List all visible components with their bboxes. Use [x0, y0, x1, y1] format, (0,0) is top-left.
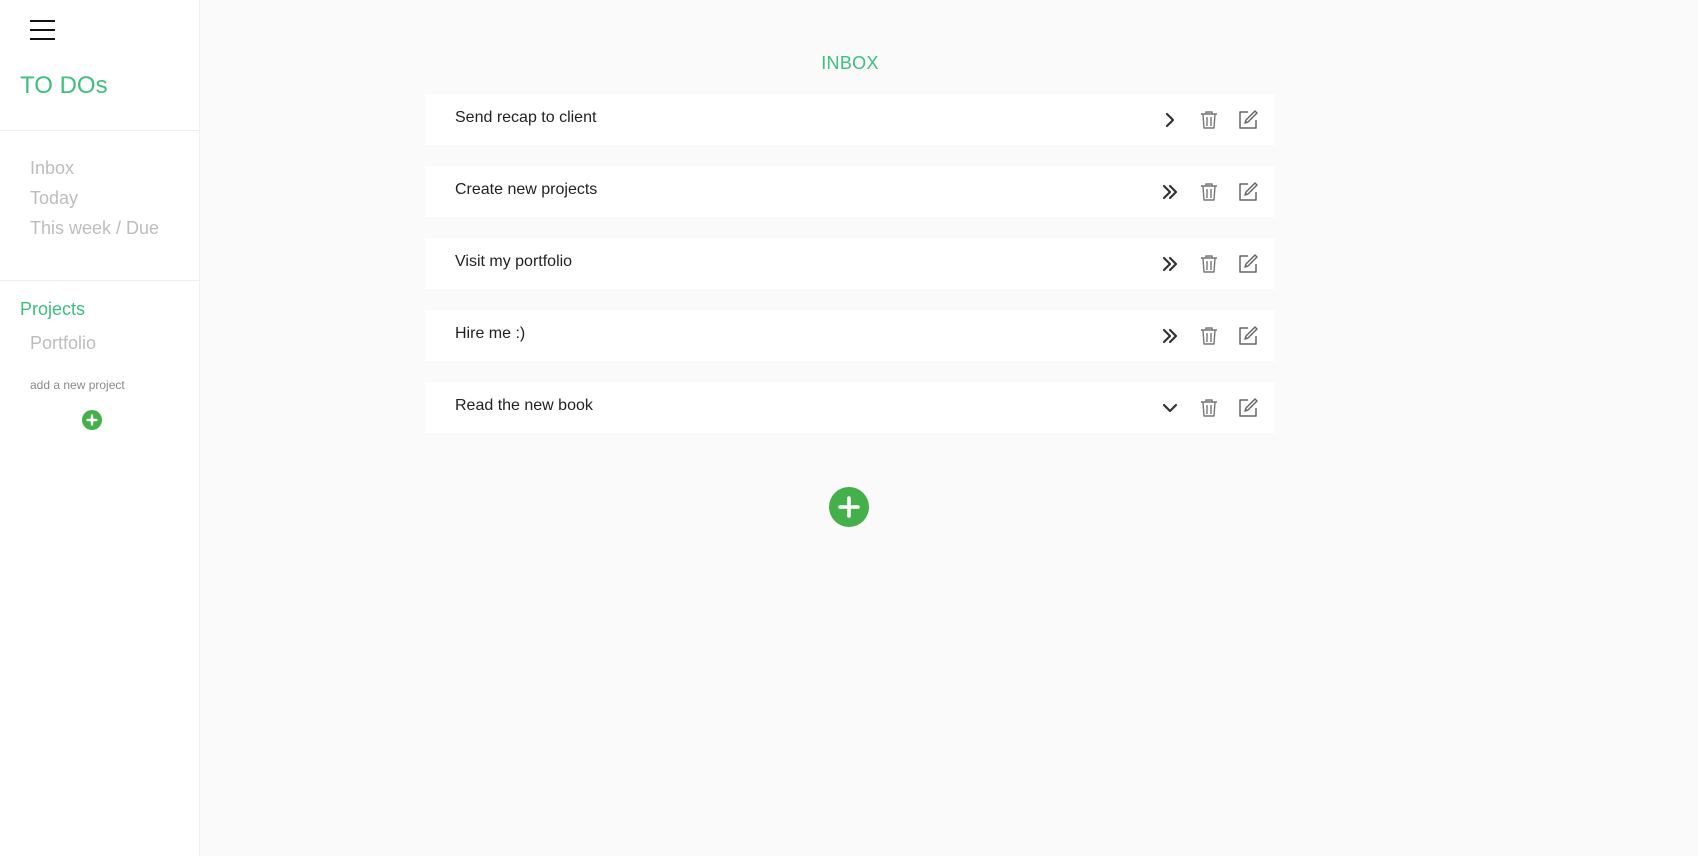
task-label: Read the new book [455, 397, 593, 414]
sidebar-divider [0, 130, 200, 131]
projects-heading[interactable]: Projects [20, 299, 85, 320]
task-actions [1158, 107, 1260, 133]
task-list: Send recap to client Create new projects [425, 94, 1275, 454]
plus-icon [86, 414, 98, 426]
double-chevron-right-icon[interactable] [1158, 252, 1182, 276]
trash-icon[interactable] [1197, 324, 1221, 348]
task-actions [1158, 323, 1260, 349]
task-row[interactable]: Send recap to client [425, 94, 1275, 145]
edit-icon[interactable] [1236, 252, 1260, 276]
double-chevron-right-icon[interactable] [1158, 324, 1182, 348]
sidebar-divider [0, 280, 200, 281]
sidebar-item-this-week[interactable]: This week / Due [30, 213, 159, 243]
chevron-right-icon[interactable] [1158, 108, 1182, 132]
edit-icon[interactable] [1236, 108, 1260, 132]
edit-icon[interactable] [1236, 324, 1260, 348]
trash-icon[interactable] [1197, 396, 1221, 420]
task-row[interactable]: Read the new book [425, 382, 1275, 433]
task-actions [1158, 251, 1260, 277]
hamburger-bar [30, 38, 55, 40]
hamburger-bar [30, 20, 55, 22]
chevron-down-icon[interactable] [1158, 396, 1182, 420]
task-row[interactable]: Create new projects [425, 166, 1275, 217]
plus-icon [838, 496, 860, 518]
page-title: INBOX [821, 53, 879, 73]
trash-icon[interactable] [1197, 108, 1221, 132]
task-actions [1158, 179, 1260, 205]
app-title: TO DOs [20, 72, 108, 99]
sidebar-item-portfolio[interactable]: Portfolio [30, 333, 96, 354]
task-label: Send recap to client [455, 109, 597, 126]
hamburger-bar [30, 29, 55, 31]
trash-icon[interactable] [1197, 252, 1221, 276]
task-row[interactable]: Hire me :) [425, 310, 1275, 361]
app: TO DOs Inbox Today This week / Due Proje… [0, 0, 1698, 856]
task-label: Create new projects [455, 181, 598, 198]
sidebar-item-today[interactable]: Today [30, 183, 159, 213]
double-chevron-right-icon[interactable] [1158, 180, 1182, 204]
hamburger-icon[interactable] [30, 18, 56, 44]
task-label: Visit my portfolio [455, 253, 573, 270]
edit-icon[interactable] [1236, 180, 1260, 204]
sidebar-item-inbox[interactable]: Inbox [30, 153, 159, 183]
task-label: Hire me :) [455, 325, 526, 342]
trash-icon[interactable] [1197, 180, 1221, 204]
sidebar-nav: Inbox Today This week / Due [30, 153, 159, 243]
sidebar: TO DOs Inbox Today This week / Due Proje… [0, 0, 200, 856]
add-project-label: add a new project [30, 378, 125, 392]
add-task-button[interactable] [829, 487, 869, 527]
add-project-button[interactable] [82, 410, 102, 430]
edit-icon[interactable] [1236, 396, 1260, 420]
task-row[interactable]: Visit my portfolio [425, 238, 1275, 289]
task-actions [1158, 395, 1260, 421]
